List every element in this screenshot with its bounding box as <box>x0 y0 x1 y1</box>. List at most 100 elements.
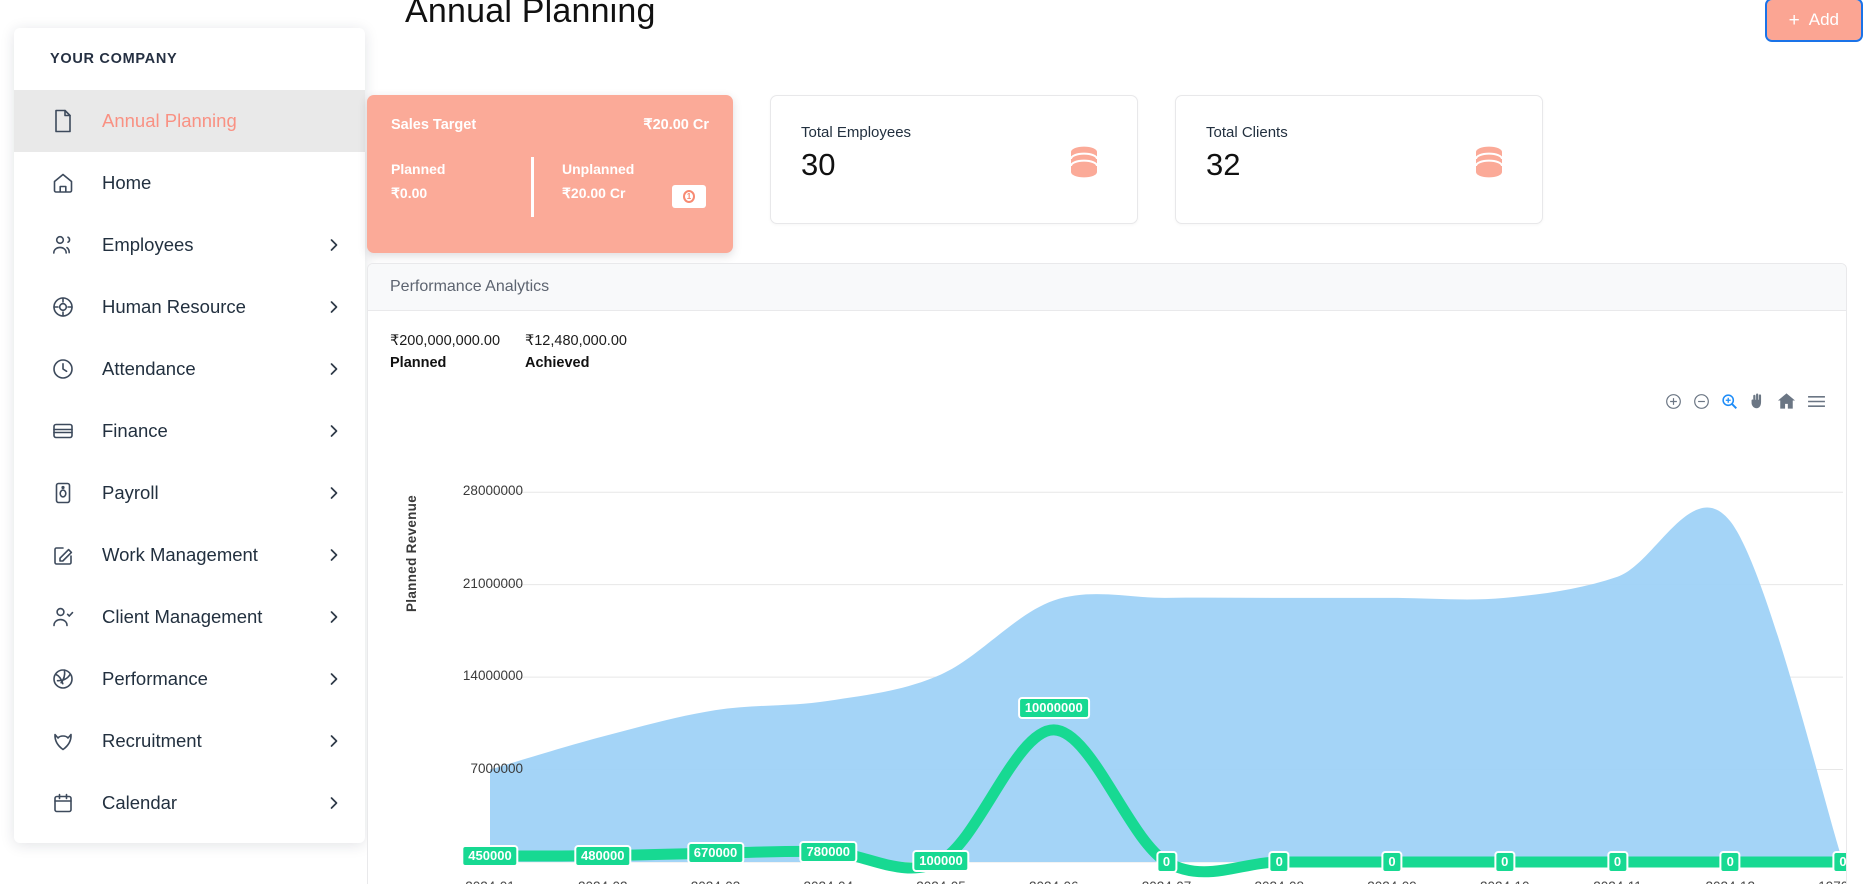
data-label: 100000 <box>912 849 970 872</box>
data-label: 0 <box>1381 851 1403 873</box>
sidebar-item-label: Human Resource <box>102 296 246 317</box>
sidebar-item-label: Calendar <box>102 792 178 813</box>
sidebar-item-home[interactable]: Home <box>14 152 365 214</box>
chevron-right-icon <box>327 734 341 748</box>
user-check-icon <box>50 604 76 630</box>
chart-toolbar <box>1665 392 1826 410</box>
database-icon <box>1069 146 1099 180</box>
total-employees-card[interactable]: Total Employees 30 <box>770 95 1138 224</box>
recruitment-icon <box>50 728 76 754</box>
sidebar-item-payroll[interactable]: Payroll <box>14 462 365 524</box>
chevron-right-icon <box>327 796 341 810</box>
sales-target-label: Sales Target <box>391 117 477 133</box>
kpi-amount: ₹12,480,000.00 <box>525 333 627 349</box>
sidebar-item-label: Employees <box>102 234 194 255</box>
chevron-right-icon <box>327 486 341 500</box>
chevron-right-icon <box>327 238 341 252</box>
zoom-out-icon[interactable] <box>1693 393 1710 410</box>
users-icon <box>50 232 76 258</box>
app-root: YOUR COMPANY Annual Planning Home Employee… <box>0 0 1870 884</box>
selection-zoom-icon[interactable] <box>1721 393 1738 410</box>
add-button[interactable]: + Add <box>1764 0 1864 42</box>
data-label: 0 <box>1832 851 1846 873</box>
data-label: 780000 <box>799 840 857 863</box>
total-clients-value: 32 <box>1206 147 1241 182</box>
chevron-right-icon <box>327 610 341 624</box>
y-tick-label: 7000000 <box>470 760 523 776</box>
x-tick-label: 2024-12 <box>1705 879 1755 884</box>
total-employees-label: Total Employees <box>801 124 912 141</box>
data-label: 480000 <box>574 844 632 867</box>
data-label: 0 <box>1155 851 1178 873</box>
sidebar-item-label: Payroll <box>102 482 159 503</box>
sidebar-item-label: Performance <box>102 668 208 689</box>
x-tick-label: 2024-11 <box>1593 879 1642 884</box>
sidebar-item-label: Client Management <box>102 606 263 627</box>
total-clients-card[interactable]: Total Clients 32 <box>1175 95 1543 224</box>
sidebar-item-human-resource[interactable]: Human Resource <box>14 276 365 338</box>
sales-target-total: ₹20.00 Cr <box>643 117 709 133</box>
x-tick-label: 2024-06 <box>1029 879 1079 884</box>
data-label: 0 <box>1268 851 1290 873</box>
plus-icon: + <box>1788 9 1800 31</box>
sidebar-item-performance[interactable]: Performance <box>14 648 365 710</box>
payroll-icon <box>50 480 76 506</box>
kpi-planned: ₹200,000,000.00 Planned <box>390 333 525 371</box>
main-content: Annual Planning + Add Sales Target ₹20.0… <box>365 0 1870 884</box>
stat-cards-row: Sales Target ₹20.00 Cr Planned ₹0.00 Unp… <box>367 95 1847 253</box>
banknote-coin: 1 <box>683 190 695 203</box>
sidebar-item-attendance[interactable]: Attendance <box>14 338 365 400</box>
planned-value: ₹0.00 <box>391 185 428 201</box>
file-icon <box>50 108 76 134</box>
chevron-right-icon <box>327 424 341 438</box>
unplanned-label: Unplanned <box>562 161 635 177</box>
sidebar-item-work-management[interactable]: Work Management <box>14 524 365 586</box>
chart-svg <box>484 491 1846 878</box>
menu-icon[interactable] <box>1807 394 1826 409</box>
sidebar-item-employees[interactable]: Employees <box>14 214 365 276</box>
sidebar-item-label: Recruitment <box>102 730 202 751</box>
data-label: 670000 <box>686 842 745 865</box>
sidebar-item-calendar[interactable]: Calendar <box>14 772 365 834</box>
banknote-icon: 1 <box>672 185 706 208</box>
sales-target-card[interactable]: Sales Target ₹20.00 Cr Planned ₹0.00 Unp… <box>367 95 733 253</box>
chart-kpi-list: ₹200,000,000.00 Planned ₹12,480,000.00 Achi… <box>368 311 1846 371</box>
pan-hand-icon[interactable] <box>1749 392 1766 410</box>
kpi-achieved: ₹12,480,000.00 Achieved <box>525 333 660 371</box>
x-tick-label: 2024-05 <box>916 879 966 884</box>
planned-label: Planned <box>391 161 446 177</box>
x-tick-label: 2024-02 <box>578 879 628 884</box>
x-tick-label: 2024-04 <box>803 879 853 884</box>
sidebar-item-label: Annual Planning <box>102 110 237 131</box>
sidebar: YOUR COMPANY Annual Planning Home Employee… <box>14 28 365 843</box>
planned-block: Planned ₹0.00 <box>391 161 531 202</box>
x-tick-label: 1970-01 <box>1818 879 1846 884</box>
kpi-name: Planned <box>390 355 447 371</box>
page-title: Annual Planning <box>405 0 656 30</box>
y-tick-label: 14000000 <box>462 668 523 684</box>
sidebar-item-label: Finance <box>102 420 168 441</box>
data-label: 0 <box>1494 851 1516 873</box>
sidebar-item-finance[interactable]: Finance <box>14 400 365 462</box>
chart-plot-area[interactable]: Planned Revenue 7000000 14000000 21000000 2… <box>368 424 1846 884</box>
calendar-icon <box>50 790 76 816</box>
sidebar-item-label: Home <box>102 172 152 193</box>
total-clients-label: Total Clients <box>1206 124 1288 141</box>
sidebar-item-recruitment[interactable]: Recruitment <box>14 710 365 772</box>
kpi-name: Achieved <box>525 355 590 371</box>
card-divider <box>531 157 534 217</box>
credit-card-icon <box>50 418 76 444</box>
clock-icon <box>50 356 76 382</box>
home-reset-icon[interactable] <box>1777 392 1796 410</box>
x-tick-label: 2024-07 <box>1142 879 1192 884</box>
sidebar-item-label: Work Management <box>102 544 258 565</box>
chevron-right-icon <box>327 300 341 314</box>
sidebar-item-annual-planning[interactable]: Annual Planning <box>14 90 365 152</box>
y-tick-label: 21000000 <box>462 575 523 591</box>
x-tick-label: 2024-09 <box>1367 879 1417 884</box>
planned-revenue-area <box>490 507 1843 862</box>
zoom-in-icon[interactable] <box>1665 393 1682 410</box>
chevron-right-icon <box>327 362 341 376</box>
sidebar-item-client-management[interactable]: Client Management <box>14 586 365 648</box>
data-label: 10000000 <box>1017 696 1090 719</box>
